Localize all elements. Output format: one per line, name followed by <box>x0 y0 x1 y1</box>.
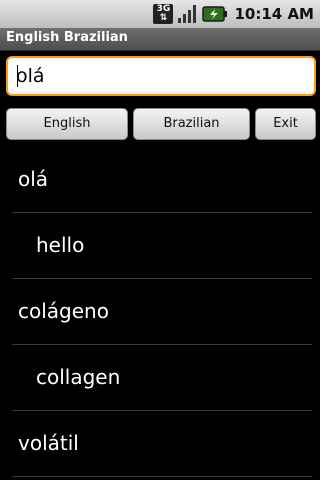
text-caret <box>17 65 18 87</box>
title-bar: English Brazilian <box>0 28 320 51</box>
app-title: English Brazilian <box>6 30 128 45</box>
list-item-term[interactable]: olá <box>12 147 312 213</box>
exit-button[interactable]: Exit <box>255 108 316 140</box>
brazilian-button[interactable]: Brazilian <box>133 108 250 140</box>
list-item-translation[interactable]: collagen <box>12 345 312 411</box>
list-item-text: hello <box>36 233 85 257</box>
list-item-term[interactable]: volátil <box>12 411 312 477</box>
list-item-text: collagen <box>36 365 121 389</box>
list-item-text: colágeno <box>18 299 109 323</box>
search-input[interactable] <box>8 58 314 94</box>
status-bar: 3G ⇅ 10:14 AM <box>0 0 320 28</box>
list-item-text: volátil <box>18 431 79 455</box>
results-list: olá hello colágeno collagen volátil <box>0 147 320 477</box>
list-item-translation[interactable]: hello <box>12 213 312 279</box>
list-item-text: olá <box>18 167 49 191</box>
english-button[interactable]: English <box>6 108 128 140</box>
list-item-term[interactable]: colágeno <box>12 279 312 345</box>
search-field[interactable] <box>6 56 316 96</box>
signal-icon <box>178 5 197 23</box>
clock: 10:14 AM <box>234 5 314 23</box>
battery-icon <box>202 6 228 22</box>
3g-icon: 3G ⇅ <box>153 4 174 24</box>
